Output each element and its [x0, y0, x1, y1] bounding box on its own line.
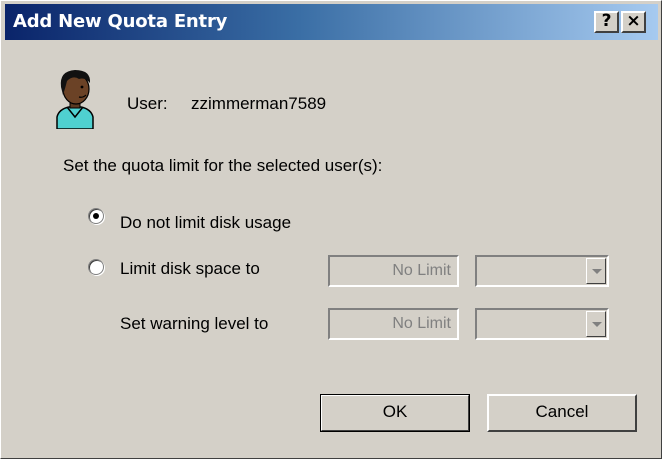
close-button[interactable]: × — [621, 11, 646, 33]
limit-unit-dropdown[interactable] — [475, 255, 609, 287]
limit-disk-radio[interactable] — [88, 259, 104, 275]
no-limit-label[interactable]: Do not limit disk usage — [120, 213, 291, 233]
title-bar[interactable]: Add New Quota Entry ? × — [5, 4, 658, 40]
dropdown-arrow-button[interactable] — [586, 311, 606, 337]
chevron-down-icon — [592, 322, 602, 327]
warning-value-field[interactable]: No Limit — [328, 308, 459, 340]
dropdown-arrow-button[interactable] — [586, 258, 606, 284]
limit-value-field[interactable]: No Limit — [328, 255, 459, 287]
help-button[interactable]: ? — [594, 11, 619, 33]
user-avatar-icon — [56, 70, 94, 129]
chevron-down-icon — [592, 269, 602, 274]
user-name: zzimmerman7589 — [191, 94, 327, 113]
window-title: Add New Quota Entry — [13, 11, 228, 32]
warning-unit-dropdown[interactable] — [475, 308, 609, 340]
radio-selected-dot — [93, 213, 99, 219]
warning-level-label: Set warning level to — [120, 314, 269, 333]
limit-disk-label[interactable]: Limit disk space to — [120, 259, 260, 279]
no-limit-radio[interactable] — [88, 208, 104, 224]
quota-prompt: Set the quota limit for the selected use… — [63, 156, 383, 175]
ok-button[interactable]: OK — [320, 394, 470, 432]
user-label: User: — [127, 94, 168, 113]
quota-dialog: Add New Quota Entry ? × User: zzimmerman… — [0, 0, 662, 459]
cancel-button[interactable]: Cancel — [487, 394, 637, 432]
